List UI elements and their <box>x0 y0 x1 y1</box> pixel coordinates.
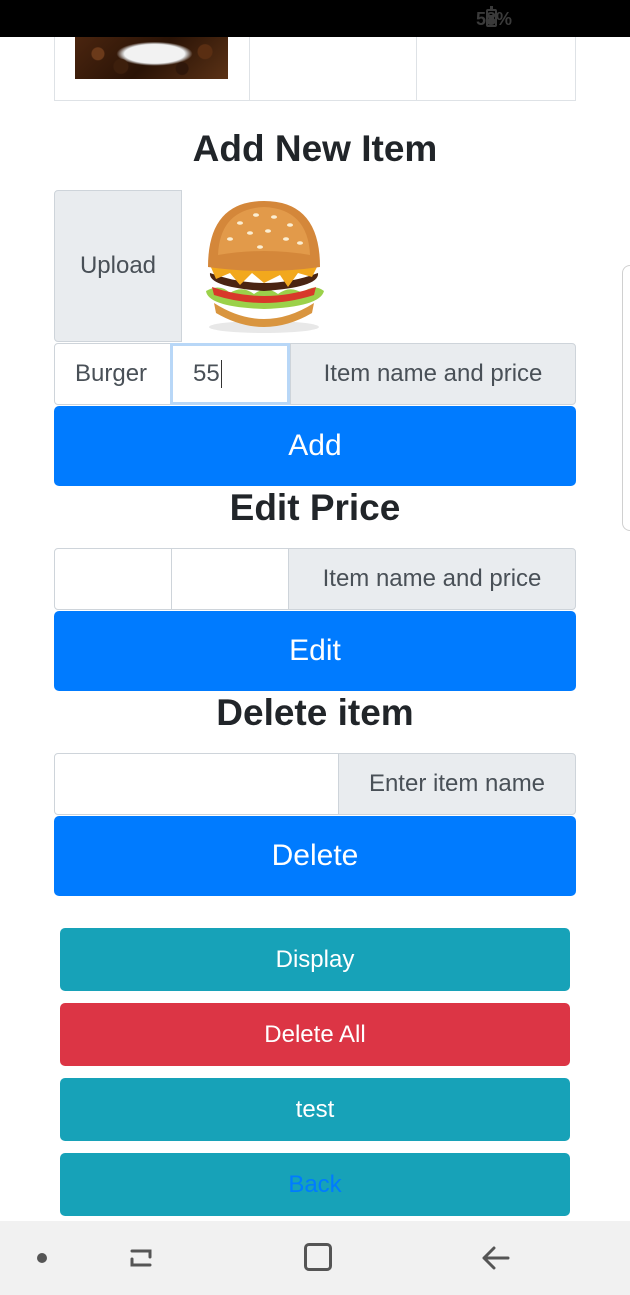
navigation-bar <box>0 1221 630 1295</box>
enter-item-name-addon: Enter item name <box>338 753 576 815</box>
delete-name-input[interactable] <box>54 753 339 815</box>
test-button[interactable]: test <box>60 1078 570 1141</box>
delete-item-input-group: Enter item name <box>54 753 576 815</box>
display-button[interactable]: Display <box>60 928 570 991</box>
burger-image <box>206 201 324 333</box>
delete-all-button[interactable]: Delete All <box>60 1003 570 1066</box>
edit-price-input-group: Item name and price <box>54 548 576 610</box>
back-link[interactable]: Back <box>288 1171 341 1199</box>
item-price-value: 55 <box>193 360 220 387</box>
upload-label: Upload <box>79 252 157 279</box>
scrollbar[interactable] <box>622 265 630 531</box>
edit-price-title: Edit Price <box>229 487 401 528</box>
recent-apps-icon[interactable] <box>126 1243 156 1273</box>
delete-item-title: Delete item <box>216 692 414 733</box>
table-cell <box>250 37 417 100</box>
item-price-input[interactable]: 55 <box>170 343 290 405</box>
edit-name-price-addon: Item name and price <box>288 548 576 610</box>
coffee-image <box>75 37 228 79</box>
back-button[interactable]: Back <box>60 1153 570 1216</box>
edit-name-input[interactable] <box>54 548 172 610</box>
upload-button[interactable]: Upload <box>54 190 182 342</box>
add-item-title: Add New Item <box>192 128 438 169</box>
add-item-input-group: Burger 55 Item name and price <box>54 343 576 405</box>
edit-price-input[interactable] <box>171 548 289 610</box>
edit-button[interactable]: Edit <box>54 611 576 691</box>
item-name-input[interactable]: Burger <box>54 343 172 405</box>
nav-dot-icon[interactable] <box>37 1253 47 1263</box>
delete-button[interactable]: Delete <box>54 816 576 896</box>
battery-icon <box>486 6 497 27</box>
back-icon[interactable] <box>478 1243 512 1273</box>
status-bar: 58% <box>0 0 630 37</box>
text-cursor <box>220 360 222 388</box>
home-icon[interactable] <box>304 1243 332 1271</box>
add-button[interactable]: Add <box>54 406 576 486</box>
item-name-price-addon: Item name and price <box>290 343 576 405</box>
